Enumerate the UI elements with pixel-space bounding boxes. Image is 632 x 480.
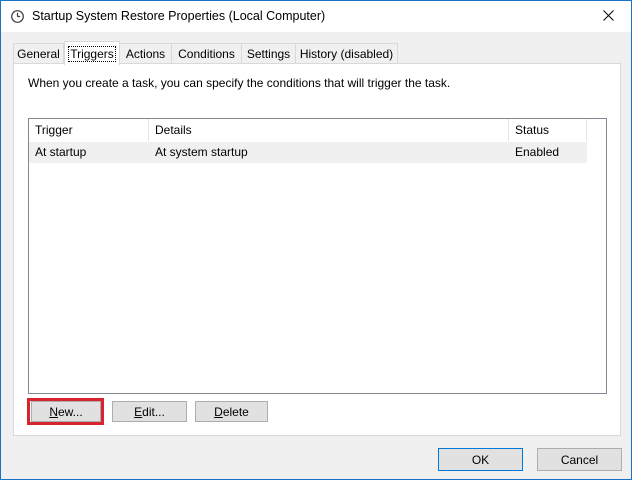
title-bar[interactable]: Startup System Restore Properties (Local… — [1, 1, 631, 32]
new-accel-key: N — [49, 404, 58, 419]
tab-conditions[interactable]: Conditions — [171, 43, 242, 63]
new-button[interactable]: New... — [31, 401, 101, 422]
triggers-panel: When you create a task, you can specify … — [13, 63, 621, 436]
tab-label: Triggers — [68, 45, 116, 62]
tab-label: Actions — [125, 46, 166, 61]
delete-accel-key: D — [214, 404, 223, 419]
cancel-button[interactable]: Cancel — [537, 448, 622, 471]
tab-settings[interactable]: Settings — [241, 43, 296, 63]
cell-details: At system startup — [155, 145, 248, 159]
column-header-trigger[interactable]: Trigger — [29, 119, 149, 141]
clock-icon — [11, 10, 24, 23]
new-label-rest: ew... — [57, 404, 83, 419]
tab-label: Conditions — [178, 46, 235, 61]
tab-label: History (disabled) — [299, 46, 394, 61]
tab-triggers[interactable]: Triggers — [64, 41, 120, 65]
close-button[interactable] — [585, 1, 631, 32]
table-row[interactable]: At startup At system startup Enabled — [29, 142, 587, 163]
list-header: Trigger Details Status — [29, 119, 587, 141]
tab-label: Settings — [246, 46, 291, 61]
ok-button[interactable]: OK — [438, 448, 523, 471]
cell-status: Enabled — [515, 145, 560, 159]
triggers-list[interactable]: Trigger Details Status At startup At sys… — [28, 118, 607, 394]
tab-history[interactable]: History (disabled) — [295, 43, 398, 63]
edit-label-rest: dit... — [142, 404, 165, 419]
edit-accel-key: E — [134, 404, 143, 419]
tab-general[interactable]: General — [13, 43, 64, 63]
column-header-details[interactable]: Details — [149, 119, 509, 141]
properties-dialog: Startup System Restore Properties (Local… — [0, 0, 632, 480]
delete-button[interactable]: Delete — [195, 401, 268, 422]
tab-label: General — [17, 46, 60, 61]
tab-actions[interactable]: Actions — [119, 43, 172, 63]
close-icon — [602, 9, 614, 24]
window-title: Startup System Restore Properties (Local… — [32, 9, 326, 23]
delete-label-rest: elete — [222, 404, 249, 419]
cell-trigger: At startup — [35, 145, 87, 159]
edit-button[interactable]: Edit... — [112, 401, 187, 422]
column-header-status[interactable]: Status — [509, 119, 587, 141]
triggers-description: When you create a task, you can specify … — [28, 76, 451, 90]
